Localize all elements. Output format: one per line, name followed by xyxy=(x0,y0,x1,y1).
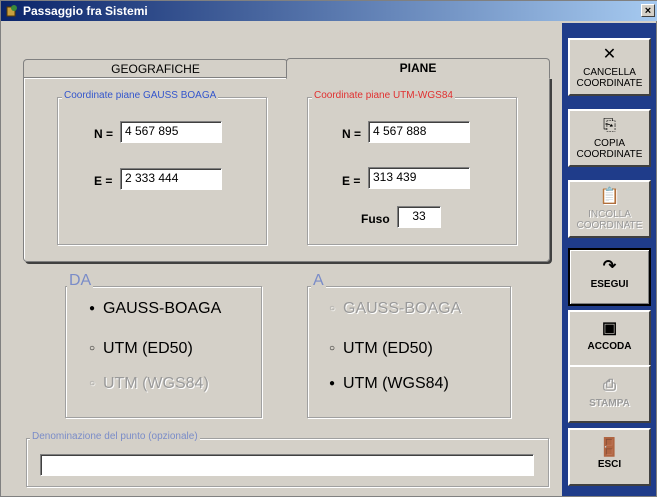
stampa-button[interactable]: ⎙ STAMPA xyxy=(568,365,651,423)
copy-icon: ⎘ xyxy=(603,117,616,134)
redo-icon: ↷ xyxy=(602,258,617,275)
to-system-legend: A xyxy=(311,272,326,290)
cancella-coordinate-button[interactable]: ✕ CANCELLA COORDINATE xyxy=(568,38,651,96)
point-name-legend: Denominazione del punto (opzionale) xyxy=(30,431,200,442)
esegui-button[interactable]: ↷ ESEGUI xyxy=(568,248,651,306)
gauss-e-input[interactable]: 2 333 444 xyxy=(120,168,222,190)
to-radio-gauss-boaga[interactable]: ○ GAUSS-BOAGA xyxy=(327,300,461,318)
paste-icon: 📋 xyxy=(599,188,620,205)
accoda-label: ACCODA xyxy=(587,341,632,352)
printer-icon: ▣ xyxy=(601,320,618,337)
from-radio-utm-ed50-label: UTM (ED50) xyxy=(103,340,193,357)
radio-unselected-icon: ○ xyxy=(88,343,96,355)
radio-unselected-icon: ○ xyxy=(328,303,336,315)
close-button[interactable]: × xyxy=(641,4,655,17)
tab-piane-label: PIANE xyxy=(399,61,437,75)
utm-e-input[interactable]: 313 439 xyxy=(368,167,470,189)
cancella-line2: COORDINATE xyxy=(576,78,643,89)
copia-line2: COORDINATE xyxy=(576,149,643,160)
to-radio-gauss-boaga-label: GAUSS-BOAGA xyxy=(343,300,462,317)
esci-label: ESCI xyxy=(597,459,622,470)
stampa-label: STAMPA xyxy=(589,398,630,409)
to-radio-utm-ed50-label: UTM (ED50) xyxy=(343,340,433,357)
esegui-label: ESEGUI xyxy=(590,279,629,290)
fuso-label: Fuso xyxy=(361,212,390,226)
gauss-n-input[interactable]: 4 567 895 xyxy=(120,121,222,143)
to-radio-utm-wgs84[interactable]: ● UTM (WGS84) xyxy=(327,375,449,393)
from-system-legend: DA xyxy=(67,272,94,290)
incolla-line2: COORDINATE xyxy=(576,220,643,231)
to-radio-utm-wgs84-label: UTM (WGS84) xyxy=(343,375,449,392)
esci-button[interactable]: 🚪 ESCI xyxy=(568,428,651,486)
copia-coordinate-button[interactable]: ⎘ COPIA COORDINATE xyxy=(568,109,651,167)
radio-selected-icon: ● xyxy=(328,378,336,390)
radio-unselected-icon: ○ xyxy=(328,343,336,355)
from-radio-utm-wgs84[interactable]: ○ UTM (WGS84) xyxy=(87,375,209,393)
from-radio-gauss-boaga[interactable]: ● GAUSS-BOAGA xyxy=(87,300,221,318)
copia-line1: COPIA xyxy=(593,138,626,149)
printer-icon: ⎙ xyxy=(603,377,616,394)
utm-wgs84-legend: Coordinate piane UTM-WGS84 xyxy=(312,90,455,101)
title-bar: Passaggio fra Sistemi × xyxy=(1,1,657,21)
gauss-boaga-legend: Coordinate piane GAUSS BOAGA xyxy=(62,90,219,101)
exit-door-icon: 🚪 xyxy=(598,437,621,457)
app-window: Passaggio fra Sistemi × GEOGRAFICHE PIAN… xyxy=(0,0,657,497)
radio-selected-icon: ● xyxy=(88,303,96,315)
point-name-input[interactable] xyxy=(40,454,534,476)
incolla-line1: INCOLLA xyxy=(588,209,631,220)
to-radio-utm-ed50[interactable]: ○ UTM (ED50) xyxy=(327,340,433,358)
tab-geografiche[interactable]: GEOGRAFICHE xyxy=(23,59,288,79)
radio-unselected-icon: ○ xyxy=(88,378,96,390)
cancella-line1: CANCELLA xyxy=(583,67,636,78)
utm-e-label: E = xyxy=(342,174,361,188)
from-radio-utm-ed50[interactable]: ○ UTM (ED50) xyxy=(87,340,193,358)
fuso-input[interactable]: 33 xyxy=(397,206,441,228)
gauss-n-label: N = xyxy=(94,127,114,141)
utm-n-input[interactable]: 4 567 888 xyxy=(368,121,470,143)
tab-piane[interactable]: PIANE xyxy=(286,58,550,79)
from-radio-gauss-boaga-label: GAUSS-BOAGA xyxy=(103,300,222,317)
from-radio-utm-wgs84-label: UTM (WGS84) xyxy=(103,375,209,392)
x-icon: ✕ xyxy=(602,46,617,63)
tab-geografiche-label: GEOGRAFICHE xyxy=(111,62,200,76)
action-sidebar: ✕ CANCELLA COORDINATE ⎘ COPIA COORDINATE… xyxy=(562,23,656,496)
utm-n-label: N = xyxy=(342,127,362,141)
window-title: Passaggio fra Sistemi xyxy=(23,4,148,18)
app-icon xyxy=(6,5,17,17)
gauss-e-label: E = xyxy=(94,174,113,188)
accoda-button[interactable]: ▣ ACCODA xyxy=(568,310,651,368)
incolla-coordinate-button[interactable]: 📋 INCOLLA COORDINATE xyxy=(568,180,651,238)
